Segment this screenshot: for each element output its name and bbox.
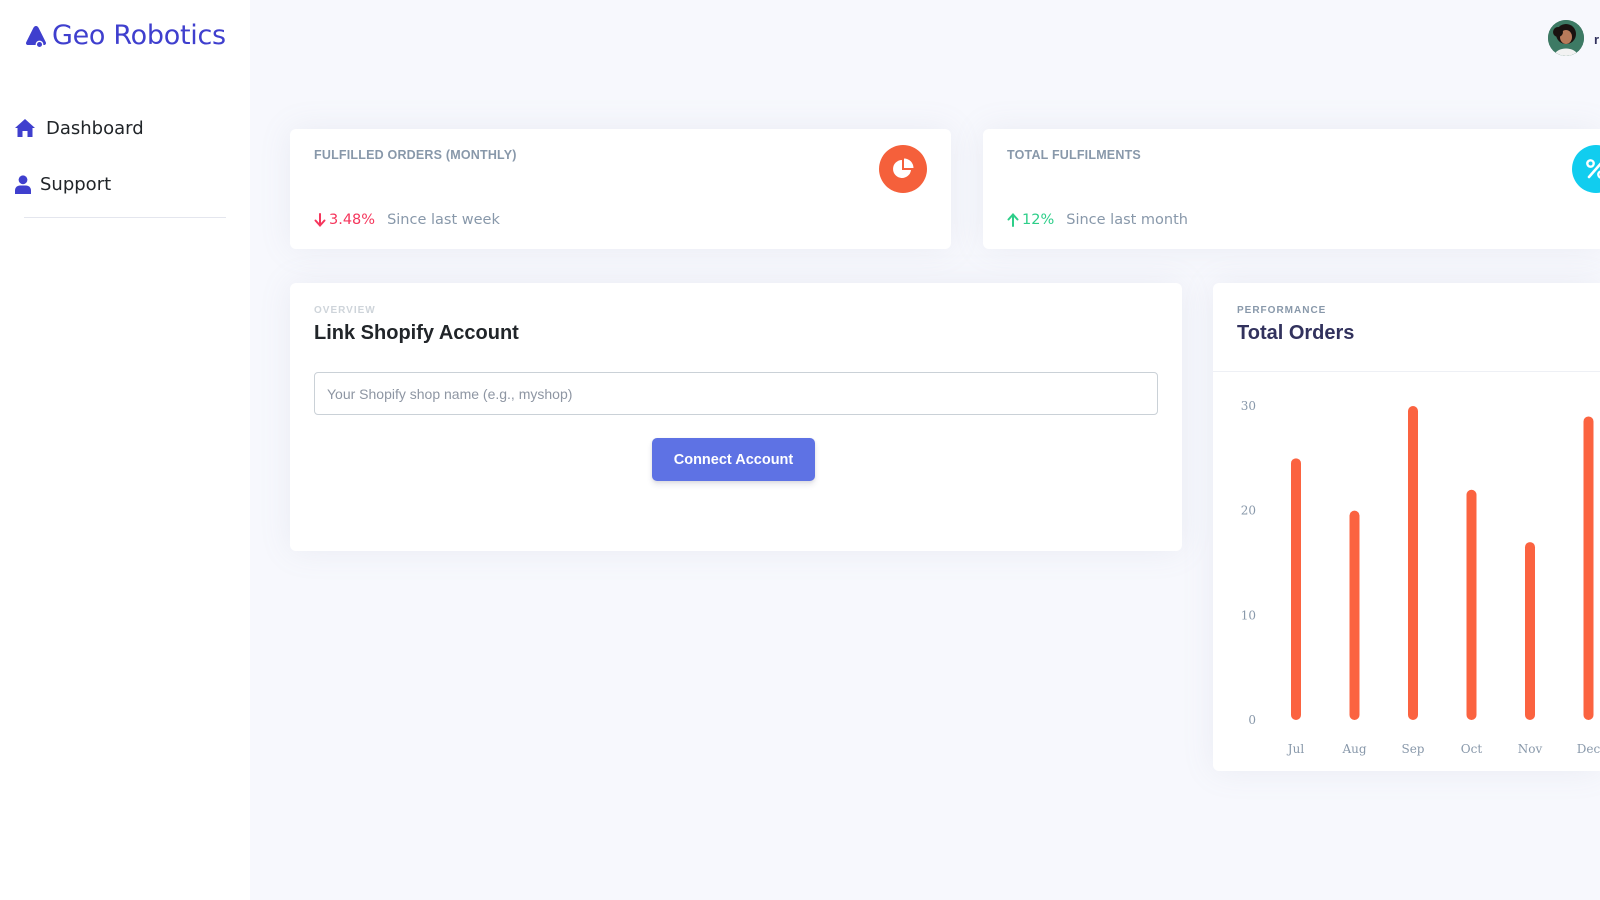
sidebar-divider xyxy=(24,217,226,218)
pie-chart-icon xyxy=(893,158,914,178)
user-photo xyxy=(1548,20,1584,56)
sidebar-nav: Dashboard Support xyxy=(14,100,234,212)
card-header: OVERVIEW Link Shopify Account xyxy=(314,305,519,345)
stat-icon-circle xyxy=(879,145,927,193)
x-tick-label: Aug xyxy=(1341,742,1366,756)
sidebar-item-label: Support xyxy=(40,173,112,195)
stat-footer: 12% Since last month xyxy=(1007,212,1188,228)
brand-name: Geo Robotics xyxy=(52,20,226,51)
card-header: PERFORMANCE Total Orders xyxy=(1237,305,1354,345)
y-tick-label: 10 xyxy=(1241,608,1256,622)
bar-aug[interactable] xyxy=(1349,510,1360,720)
stat-icon-circle xyxy=(1572,145,1600,193)
percent-icon xyxy=(1586,159,1600,179)
stat-since-text: Since last week xyxy=(387,212,500,228)
y-tick-label: 30 xyxy=(1241,399,1256,413)
bar-nov[interactable] xyxy=(1525,542,1535,720)
stat-footer: 3.48% Since last week xyxy=(314,212,500,228)
stat-delta-value: 12% xyxy=(1022,212,1055,228)
link-shopify-card: OVERVIEW Link Shopify Account Connect Ac… xyxy=(290,283,1182,551)
total-orders-card: PERFORMANCE Total Orders 0 10 20 30 Jul Aug Se… xyxy=(1213,283,1600,771)
stat-since-text: Since last month xyxy=(1066,212,1188,228)
brand-logo[interactable]: Geo Robotics xyxy=(24,20,226,51)
home-icon xyxy=(14,117,36,139)
x-tick-label: Sep xyxy=(1401,742,1424,756)
stat-title: FULFILLED ORDERS (MONTHLY) xyxy=(314,148,517,162)
shopify-shop-input[interactable] xyxy=(314,372,1158,415)
stat-delta-value: 3.48% xyxy=(329,212,376,228)
bar-jul[interactable] xyxy=(1291,458,1301,720)
bar-sep[interactable] xyxy=(1408,406,1418,720)
y-tick-label: 20 xyxy=(1241,504,1256,518)
total-orders-bar-chart: 0 10 20 30 Jul Aug Sep Oct Nov Dec xyxy=(1241,399,1600,756)
x-tick-label: Dec xyxy=(1577,742,1600,756)
stat-title: TOTAL FULFILMENTS xyxy=(1007,148,1141,162)
sidebar: Geo Robotics Dashboard Support xyxy=(0,0,250,900)
y-tick-label: 0 xyxy=(1248,713,1256,727)
connect-account-button[interactable]: Connect Account xyxy=(652,438,815,481)
avatar[interactable] xyxy=(1548,20,1584,56)
card-title: Total Orders xyxy=(1237,322,1355,344)
card-eyebrow: OVERVIEW xyxy=(314,305,376,316)
card-title: Link Shopify Account xyxy=(314,322,519,344)
sidebar-item-dashboard[interactable]: Dashboard xyxy=(14,100,234,156)
card-eyebrow: PERFORMANCE xyxy=(1237,305,1327,316)
stat-delta: 12% xyxy=(1007,212,1054,228)
sidebar-item-label: Dashboard xyxy=(46,117,144,139)
x-tick-label: Oct xyxy=(1461,742,1483,756)
stat-card-total-fulfilments: TOTAL FULFILMENTS 12% Since last month xyxy=(983,129,1600,249)
x-tick-label: Jul xyxy=(1286,742,1305,756)
x-tick-label: Nov xyxy=(1518,742,1543,756)
stat-card-fulfilled-orders: FULFILLED ORDERS (MONTHLY) 3.48% Since l… xyxy=(290,129,951,249)
arrow-down-icon xyxy=(314,213,326,227)
bar-oct[interactable] xyxy=(1466,489,1477,720)
stat-delta: 3.48% xyxy=(314,212,375,228)
user-icon xyxy=(14,173,32,195)
sidebar-item-support[interactable]: Support xyxy=(14,156,234,212)
bell-logo-icon xyxy=(25,25,47,48)
user-name[interactable]: r xyxy=(1594,32,1600,47)
bar-dec[interactable] xyxy=(1583,416,1594,720)
arrow-up-icon xyxy=(1007,213,1019,227)
